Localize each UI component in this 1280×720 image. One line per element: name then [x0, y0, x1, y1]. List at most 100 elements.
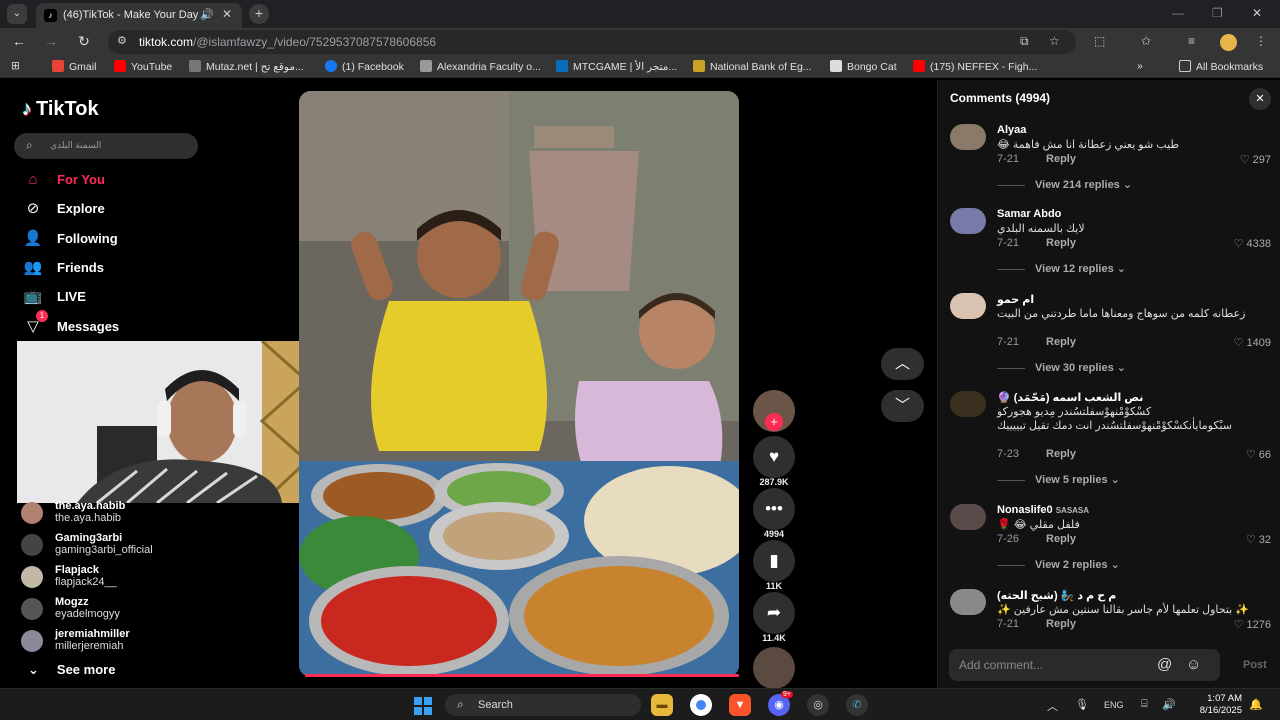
speaker-icon[interactable]: 🔊: [200, 8, 214, 21]
media-control-icon[interactable]: ≡: [1188, 34, 1195, 48]
browser-tab[interactable]: ♪ (46)TikTok - Make Your Day 🔊 ✕: [36, 3, 242, 28]
video-player[interactable]: [299, 91, 739, 677]
discord-badge: 9+: [781, 691, 793, 698]
profile-avatar[interactable]: [1220, 34, 1237, 51]
tray-overflow-icon[interactable]: ︿: [1047, 698, 1058, 714]
volume-icon[interactable]: 🔊: [1162, 698, 1176, 711]
share-button[interactable]: ➦: [753, 592, 795, 634]
following-account[interactable]: jeremiahmiller millerjeremiah: [21, 628, 221, 654]
avatar: [21, 630, 43, 652]
like-button[interactable]: ♥: [753, 436, 795, 478]
chevron-up-icon: ︿: [894, 355, 910, 372]
reply-button[interactable]: Reply: [1046, 153, 1076, 165]
following-account[interactable]: Gaming3arbi gaming3arbi_official: [21, 532, 221, 558]
comment-like-button[interactable]: ♡ 1276: [1234, 618, 1271, 631]
bookmarks-overflow-icon[interactable]: »: [1137, 60, 1143, 72]
address-bar[interactable]: ⚙ tiktok.com/@islamfawzy_/video/75295370…: [108, 30, 1076, 54]
reload-icon[interactable]: ↻: [75, 33, 93, 50]
network-icon[interactable]: ⌸: [1141, 698, 1148, 711]
view-replies-button[interactable]: View 2 replies ⌄: [997, 558, 1120, 571]
windows-start-icon[interactable]: [414, 697, 432, 715]
bookmark-mutaz[interactable]: Mutaz.net | موقع تح...: [189, 60, 304, 73]
language-indicator[interactable]: ENG: [1104, 700, 1124, 710]
avatar[interactable]: [950, 391, 986, 417]
comment-like-button[interactable]: ♡ 66: [1246, 448, 1271, 461]
reply-button[interactable]: Reply: [1046, 533, 1076, 545]
obs-icon[interactable]: ◎: [807, 694, 829, 716]
avatar[interactable]: [950, 504, 986, 530]
avatar[interactable]: [950, 124, 986, 150]
bookmark-alexandria[interactable]: Alexandria Faculty o...: [420, 60, 541, 73]
avatar[interactable]: [950, 208, 986, 234]
next-video-button[interactable]: ﹀: [881, 390, 924, 422]
back-icon[interactable]: ←: [10, 33, 28, 49]
system-clock[interactable]: 1:07 AM 8/16/2025: [1193, 693, 1242, 717]
following-account[interactable]: Mogzz eyadelmogyy: [21, 596, 221, 622]
comment-like-button[interactable]: ♡ 32: [1246, 533, 1271, 546]
file-explorer-icon[interactable]: ▬: [651, 694, 673, 716]
see-more-button[interactable]: ⌄ See more: [28, 662, 115, 678]
following-account[interactable]: Flapjack flapjack24__: [21, 564, 221, 590]
bookmark-facebook[interactable]: (1) Facebook: [325, 60, 404, 73]
bookmark-star-icon[interactable]: ☆: [1049, 34, 1060, 48]
reading-list-icon[interactable]: ✩: [1141, 34, 1151, 48]
bookmark-mtcgame[interactable]: MTCGAME | متجر الأ...: [556, 60, 677, 73]
post-comment-button[interactable]: Post: [1243, 659, 1267, 671]
comment-like-button[interactable]: ♡ 4338: [1234, 237, 1271, 250]
window-close-icon[interactable]: ✕: [1252, 6, 1262, 20]
view-replies-button[interactable]: View 30 replies ⌄: [997, 361, 1126, 374]
emoji-icon[interactable]: ☺: [1186, 656, 1201, 673]
bookmarks-bar: ⊞ Gmail YouTube Mutaz.net | موقع تح... (…: [0, 56, 1280, 78]
view-replies-button[interactable]: View 214 replies ⌄: [997, 178, 1132, 191]
avatar[interactable]: [950, 589, 986, 615]
follow-plus-icon[interactable]: +: [765, 413, 783, 431]
heart-outline-icon: ♡: [1233, 337, 1247, 349]
minimize-icon[interactable]: —: [1172, 6, 1184, 20]
previous-video-button[interactable]: ︿: [881, 348, 924, 380]
cast-icon[interactable]: ⧉: [1020, 34, 1029, 49]
microphone-icon[interactable]: 🎙: [1075, 698, 1089, 711]
add-comment-input[interactable]: Add comment... @ ☺: [949, 649, 1220, 681]
reply-button[interactable]: Reply: [1046, 336, 1076, 348]
comment-like-button[interactable]: ♡ 1409: [1234, 336, 1271, 349]
brave-icon[interactable]: ▼: [729, 694, 751, 716]
avatar[interactable]: [950, 293, 986, 319]
forward-icon[interactable]: →: [42, 33, 60, 49]
nbe-icon: [693, 60, 705, 72]
whatsapp-icon[interactable]: ✆: [846, 694, 868, 716]
notifications-icon[interactable]: 🔔: [1249, 698, 1263, 711]
all-bookmarks[interactable]: All Bookmarks: [1179, 60, 1263, 73]
url-text[interactable]: tiktok.com/@islamfawzy_/video/7529537087…: [139, 35, 436, 49]
search-input[interactable]: ⌕ السمنة البلدي: [14, 133, 198, 159]
new-tab-button[interactable]: +: [249, 4, 269, 24]
close-comments-button[interactable]: ✕: [1249, 88, 1271, 110]
comment-button[interactable]: •••: [753, 488, 795, 530]
save-button[interactable]: ▮: [753, 540, 795, 582]
reply-button[interactable]: Reply: [1046, 237, 1076, 249]
close-icon[interactable]: ✕: [222, 7, 232, 21]
view-replies-button[interactable]: View 12 replies ⌄: [997, 262, 1126, 275]
view-replies-button[interactable]: View 5 replies ⌄: [997, 473, 1120, 486]
bookmark-gmail[interactable]: Gmail: [52, 60, 96, 73]
bookmark-neffex[interactable]: (175) NEFFEX - Figh...: [913, 60, 1037, 73]
mention-icon[interactable]: @: [1157, 656, 1172, 673]
tiktok-logo[interactable]: ♪ TikTok: [22, 98, 99, 121]
extensions-icon[interactable]: ⬚: [1094, 34, 1105, 48]
following-account[interactable]: the.aya.habib the.aya.habib: [21, 500, 221, 526]
bookmark-nbe[interactable]: National Bank of Eg...: [693, 60, 812, 73]
apps-grid-icon[interactable]: ⊞: [11, 60, 20, 72]
comment-like-button[interactable]: ♡ 297: [1240, 153, 1271, 166]
video-progress-bar[interactable]: [305, 674, 739, 677]
site-info-icon[interactable]: ⚙: [117, 34, 127, 47]
taskbar-search[interactable]: ⌕ Search: [445, 694, 641, 716]
chrome-icon[interactable]: [690, 694, 712, 716]
save-count: 11K: [765, 581, 782, 591]
reply-button[interactable]: Reply: [1046, 618, 1076, 630]
tab-search-icon[interactable]: ⌄: [7, 4, 27, 24]
bookmark-youtube[interactable]: YouTube: [114, 60, 172, 73]
reply-button[interactable]: Reply: [1046, 448, 1076, 460]
more-menu-icon[interactable]: ⋮: [1255, 34, 1267, 48]
music-disc-avatar[interactable]: [753, 647, 795, 689]
bookmark-bongo-cat[interactable]: Bongo Cat: [830, 60, 897, 73]
maximize-icon[interactable]: ❐: [1212, 6, 1223, 20]
